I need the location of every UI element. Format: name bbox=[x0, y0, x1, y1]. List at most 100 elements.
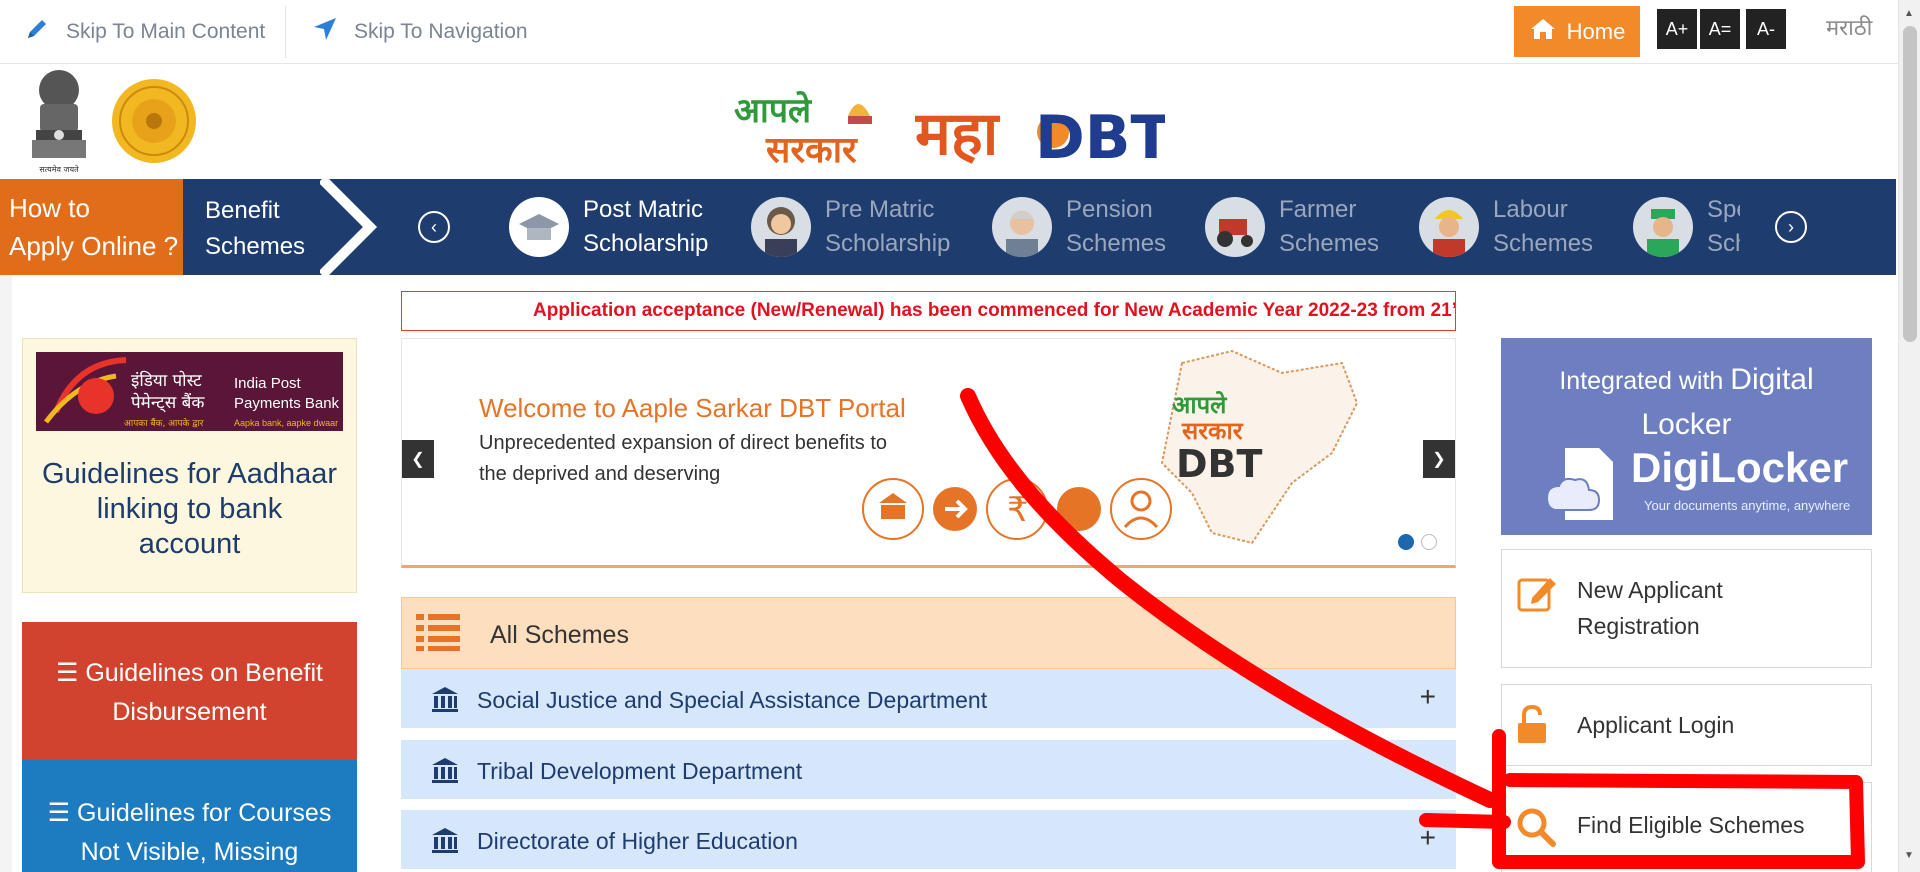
scheme-pension[interactable]: Pension Schemes bbox=[992, 193, 1194, 261]
list-icon: ☰ bbox=[55, 659, 79, 687]
benefit-flow-icons: ₹ bbox=[862, 478, 1172, 540]
how-to-apply-button[interactable]: How to Apply Online ? bbox=[0, 179, 183, 275]
page-scrollbar[interactable]: ▲ ▼ bbox=[1898, 0, 1920, 872]
carousel-next-button[interactable]: ❯ bbox=[1423, 440, 1455, 478]
digilocker-heading: Integrated with Digital Locker bbox=[1559, 363, 1814, 441]
pencil-icon bbox=[24, 16, 50, 48]
left-gutter bbox=[0, 275, 12, 872]
all-schemes-title: All Schemes bbox=[490, 621, 629, 649]
benefit-line1: Benefit bbox=[205, 197, 280, 224]
guide2-line1: Guidelines for Courses bbox=[77, 799, 332, 827]
labour-worker-icon bbox=[1419, 197, 1479, 257]
list-icon: ☰ bbox=[47, 799, 71, 827]
announcement-marquee[interactable]: Application acceptance (New/Renewal) has… bbox=[401, 291, 1456, 331]
skip-main-label: Skip To Main Content bbox=[66, 20, 266, 43]
carousel-prev-button[interactable]: ❮ bbox=[402, 440, 434, 478]
ippb-banner: इंडिया पोस्ट पेमेन्ट्स बैंक India Post P… bbox=[36, 352, 343, 431]
maharashtra-map-illustration: आपले सरकार DBT bbox=[1160, 349, 1359, 545]
benefit-line2: Schemes bbox=[205, 233, 306, 260]
skip-to-navigation-link[interactable]: Skip To Navigation bbox=[312, 0, 528, 64]
scheme-label: Post Matric Scholarship bbox=[583, 196, 709, 257]
cloud-document-icon bbox=[1545, 448, 1613, 520]
department-accordion-item[interactable]: Directorate of Higher Education + bbox=[401, 810, 1456, 872]
scheme-next-arrow-icon[interactable]: › bbox=[1775, 211, 1807, 243]
map-dbt-text: DBT bbox=[1176, 442, 1263, 486]
scheme-farmer[interactable]: Farmer Schemes bbox=[1205, 193, 1407, 261]
department-accordion-item[interactable]: Tribal Development Department + bbox=[401, 740, 1456, 805]
logo-dbt-text: DBT bbox=[1035, 103, 1165, 172]
scheme-special[interactable]: SpeSch bbox=[1633, 193, 1740, 261]
scheme-pre-matric[interactable]: Pre Matric Scholarship bbox=[751, 193, 953, 261]
applicant-login-label: Applicant Login bbox=[1577, 712, 1735, 738]
carousel-subtitle: Unprecedented expansion of direct benefi… bbox=[479, 432, 888, 485]
bank-icon bbox=[432, 687, 458, 712]
ippb-hindi-line1: इंडिया पोस्ट bbox=[131, 370, 202, 391]
expand-icon[interactable]: + bbox=[1420, 752, 1436, 784]
ippb-tag-hindi: आपका बैंक, आपके द्वार bbox=[124, 417, 204, 429]
scheme-post-matric[interactable]: Post Matric Scholarship bbox=[509, 193, 711, 261]
skip-to-main-link[interactable]: Skip To Main Content bbox=[24, 0, 265, 64]
carousel-title: Welcome to Aaple Sarkar DBT Portal bbox=[479, 393, 906, 423]
bank-icon bbox=[432, 828, 458, 853]
all-schemes-header: All Schemes bbox=[401, 597, 1456, 669]
digilocker-banner[interactable]: Integrated with Digital Locker DigiLocke… bbox=[1501, 338, 1872, 535]
location-arrow-icon bbox=[312, 16, 338, 48]
announcement-text: Application acceptance (New/Renewal) has… bbox=[533, 300, 1456, 321]
language-toggle[interactable]: मराठी bbox=[1826, 12, 1872, 42]
font-increase-button[interactable]: A+ bbox=[1657, 9, 1697, 49]
scheme-prev-arrow-icon[interactable]: ‹ bbox=[418, 211, 450, 243]
guide1-line2: Disbursement bbox=[112, 698, 267, 726]
nurse-icon bbox=[1633, 197, 1693, 257]
benefit-disbursement-guidelines-button[interactable]: ☰ Guidelines on Benefit Disbursement bbox=[22, 622, 357, 760]
logo-sarkar-text: सरकार bbox=[765, 130, 858, 168]
home-button[interactable]: Home bbox=[1514, 6, 1640, 57]
emblem-caption: सत्यमेव जयते bbox=[39, 164, 79, 174]
how-to-line1: How to bbox=[9, 193, 90, 223]
carousel-dot-active[interactable] bbox=[1398, 534, 1414, 550]
scheme-label: Pre Matric Scholarship bbox=[825, 196, 951, 257]
home-icon bbox=[1529, 17, 1557, 47]
font-decrease-button[interactable]: A- bbox=[1746, 9, 1786, 49]
scroll-thumb[interactable] bbox=[1903, 26, 1917, 342]
department-accordion-item[interactable]: Social Justice and Special Assistance De… bbox=[401, 669, 1456, 734]
top-bar: Skip To Main Content Skip To Navigation … bbox=[0, 0, 1898, 64]
department-name: Social Justice and Special Assistance De… bbox=[477, 687, 988, 713]
unlock-icon bbox=[1518, 705, 1546, 743]
aadhaar-guidelines-card[interactable]: इंडिया पोस्ट पेमेन्ट्स बैंक India Post P… bbox=[22, 338, 357, 593]
scroll-down-arrow-icon[interactable]: ▼ bbox=[1904, 850, 1914, 861]
edit-icon bbox=[1517, 578, 1556, 612]
find-eligible-schemes-button[interactable]: Find Eligible Schemes bbox=[1501, 782, 1872, 872]
aaple-sarkar-logo: आपले सरकार bbox=[730, 78, 890, 171]
welcome-carousel: ❮ Welcome to Aaple Sarkar DBT Portal Unp… bbox=[401, 338, 1456, 568]
elderly-man-icon bbox=[992, 197, 1052, 257]
courses-guidelines-button[interactable]: ☰ Guidelines for Courses Not Visible, Mi… bbox=[22, 760, 357, 872]
logo-aaple-text: आपले bbox=[734, 90, 813, 131]
maha-dbt-logo: महा DBT bbox=[914, 92, 1172, 173]
scheme-carousel: Post Matric Scholarship Pre Matric Scholar… bbox=[505, 179, 1740, 275]
expand-icon[interactable]: + bbox=[1420, 681, 1436, 713]
font-reset-button[interactable]: A= bbox=[1700, 9, 1740, 49]
search-icon bbox=[1517, 808, 1556, 847]
new-applicant-registration-button[interactable]: New Applicant Registration bbox=[1501, 549, 1872, 668]
national-emblem-logo: सत्यमेव जयते bbox=[26, 66, 92, 178]
skip-nav-label: Skip To Navigation bbox=[354, 20, 528, 43]
carousel-dot[interactable] bbox=[1421, 534, 1437, 550]
list-icon bbox=[416, 614, 460, 651]
department-name: Tribal Development Department bbox=[477, 758, 803, 784]
applicant-login-button[interactable]: Applicant Login bbox=[1501, 684, 1872, 766]
ippb-en-line1: India Post bbox=[234, 375, 302, 392]
aadhaar-guidelines-text: Guidelines for Aadhaar linking to bank a… bbox=[41, 458, 338, 560]
bank-icon bbox=[432, 758, 458, 783]
scheme-label: SpeSch bbox=[1707, 196, 1740, 257]
chevron-divider-icon bbox=[320, 179, 378, 275]
svg-text:₹: ₹ bbox=[1007, 490, 1029, 530]
topbar-divider bbox=[285, 6, 286, 58]
map-aaple-text: आपले bbox=[1172, 391, 1228, 419]
expand-icon[interactable]: + bbox=[1420, 822, 1436, 854]
department-name: Directorate of Higher Education bbox=[477, 828, 798, 854]
scroll-up-arrow-icon[interactable]: ▲ bbox=[1904, 8, 1914, 19]
scheme-labour[interactable]: Labour Schemes bbox=[1419, 193, 1621, 261]
ippb-hindi-line2: पेमेन्ट्स बैंक bbox=[131, 392, 205, 413]
student-girl-icon bbox=[751, 197, 811, 257]
guide2-line2: Not Visible, Missing bbox=[80, 838, 299, 866]
